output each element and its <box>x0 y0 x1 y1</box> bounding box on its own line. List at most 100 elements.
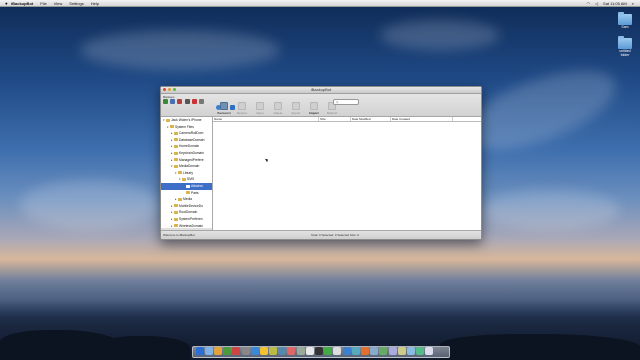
folder-icon <box>174 204 178 208</box>
toolbar-label: Refresh <box>326 111 338 115</box>
dock-app-icon[interactable] <box>360 347 369 355</box>
import-icon <box>310 102 318 110</box>
folder-icon <box>186 184 190 188</box>
toolbar-label: Restore <box>236 111 248 115</box>
dock-app-icon[interactable] <box>204 347 213 355</box>
column-date-modified[interactable]: Date Modified <box>351 117 391 121</box>
status-bar: Welcome to iBackupBot Total: 0 Selected:… <box>161 230 481 239</box>
tree-item[interactable]: ▸ ManagedPrefere <box>161 157 212 164</box>
close-icon[interactable] <box>191 99 197 104</box>
tree-item[interactable]: ▾ Library <box>161 170 212 177</box>
tree-item-label: MediaDomain <box>179 164 200 169</box>
toolbar-delete-button[interactable]: Delete <box>269 102 287 115</box>
window-title: iBackupBot <box>310 87 332 92</box>
tree-item-label: Attachm <box>191 183 204 188</box>
settings-icon[interactable] <box>198 99 204 104</box>
dock-app-icon[interactable] <box>241 347 250 355</box>
desktop-icon-label: Sam <box>621 25 629 29</box>
tree-item[interactable]: ▸ DatabaseDomain <box>161 137 212 144</box>
toolbar-import-button[interactable]: Import <box>305 102 323 115</box>
dock-app-icon[interactable] <box>333 347 342 355</box>
volume-icon[interactable]: ◁ <box>595 1 598 6</box>
tree-item[interactable]: ▸ HomeDomain <box>161 143 212 150</box>
tree-item[interactable]: ▾ System Files <box>161 124 212 131</box>
folder-icon <box>174 158 178 162</box>
tree-item[interactable]: ▸ RootDomain <box>161 209 212 216</box>
close-button[interactable] <box>163 88 167 92</box>
window-titlebar[interactable]: iBackupBot <box>161 87 481 94</box>
dock-app-icon[interactable] <box>287 347 296 355</box>
dock-app-icon[interactable] <box>425 347 434 355</box>
device-icon[interactable] <box>184 99 190 104</box>
tree-item-label: WirelessDomain <box>179 223 203 228</box>
wifi-icon[interactable]: ◠ <box>586 1 590 6</box>
dock-app-icon[interactable] <box>324 347 333 355</box>
refresh-icon[interactable] <box>163 99 168 104</box>
toolbar-backward-button[interactable]: Backward <box>215 102 233 115</box>
folder-icon <box>174 164 178 168</box>
tree-item[interactable]: Attachm <box>161 182 212 190</box>
tree-item-label: DatabaseDomain <box>179 137 205 142</box>
dock-app-icon[interactable] <box>406 347 415 355</box>
dock-app-icon[interactable] <box>305 347 314 355</box>
tree-item-label: MobileDeviceDo <box>179 203 204 208</box>
toolbar-open-button[interactable]: Open <box>251 102 269 115</box>
search-input[interactable]: Q <box>333 99 359 105</box>
toolbar-export-button[interactable]: Export <box>287 102 305 115</box>
dock-app-icon[interactable] <box>315 347 324 355</box>
tree-item-label: KeychainDomain <box>179 150 204 155</box>
tree-item[interactable]: ▸ MobileDeviceDo <box>161 203 212 210</box>
tree-item[interactable]: ▾ SMS <box>161 176 212 183</box>
dock-app-icon[interactable] <box>213 347 222 355</box>
dock-app-icon[interactable] <box>379 347 388 355</box>
dock-app-icon[interactable] <box>250 347 259 355</box>
clock[interactable]: Sat 11:05 AM <box>603 1 627 6</box>
spotlight-icon[interactable]: ⌕ <box>632 1 634 6</box>
menu-settings[interactable]: Settings <box>69 1 83 6</box>
dock-app-icon[interactable] <box>232 347 241 355</box>
desktop-icon-sam[interactable]: Sam <box>615 12 635 29</box>
tree-item[interactable]: ▸ SystemPreferen <box>161 216 212 223</box>
minimize-button[interactable] <box>167 88 172 92</box>
menu-file[interactable]: File <box>40 1 46 6</box>
toolbar-label: Export <box>291 111 301 115</box>
backup-icon[interactable] <box>170 99 176 104</box>
dock-app-icon[interactable] <box>370 347 379 355</box>
dock-app-icon[interactable] <box>259 347 268 355</box>
export-icon <box>292 102 300 110</box>
menu-app-name[interactable]: iBackupBot <box>11 1 33 6</box>
dock-app-icon[interactable] <box>223 347 232 355</box>
desktop-icon-untitled-folder[interactable]: untitled folder <box>615 36 635 57</box>
tree-item-label: ManagedPrefere <box>179 157 204 162</box>
tree-item[interactable]: ▾ MediaDomain <box>161 163 212 170</box>
menu-view[interactable]: View <box>54 1 63 6</box>
folder-icon <box>186 191 190 195</box>
zoom-button[interactable] <box>172 88 176 92</box>
column-date-created[interactable]: Date Created <box>391 117 453 121</box>
tree-item-label: CameraRollDom <box>179 131 204 136</box>
delete-icon[interactable] <box>177 99 183 104</box>
dock-app-icon[interactable] <box>195 347 204 355</box>
tree-item[interactable]: Parts <box>161 190 212 197</box>
column-size[interactable]: Size <box>319 117 351 121</box>
menu-help[interactable]: Help <box>91 1 99 6</box>
dock-app-icon[interactable] <box>278 347 287 355</box>
tree-item[interactable]: ▸ CameraRollDom <box>161 130 212 137</box>
tree-item-label: Parts <box>191 190 199 195</box>
tree-item[interactable]: ▸ Media <box>161 196 212 203</box>
tree-item-label: SMS <box>187 177 195 182</box>
dock-app-icon[interactable] <box>269 347 278 355</box>
dock-app-icon[interactable] <box>342 347 351 355</box>
column-name[interactable]: Name <box>213 117 319 121</box>
dock-app-icon[interactable] <box>416 347 425 355</box>
toolbar: Backups Backward Restore Open Delete Exp… <box>161 94 481 117</box>
tree-item[interactable]: ▾ Jack Wolen's iPhone <box>161 117 212 124</box>
file-list-header: Name Size Date Modified Date Created <box>213 117 481 122</box>
dock-app-icon[interactable] <box>351 347 360 355</box>
toolbar-restore-button[interactable]: Restore <box>233 102 251 115</box>
dock-app-icon[interactable] <box>388 347 397 355</box>
dock-app-icon[interactable] <box>296 347 305 355</box>
tree-item[interactable]: ▸ KeychainDomain <box>161 150 212 157</box>
open-icon <box>256 102 264 110</box>
dock-app-icon[interactable] <box>397 347 406 355</box>
